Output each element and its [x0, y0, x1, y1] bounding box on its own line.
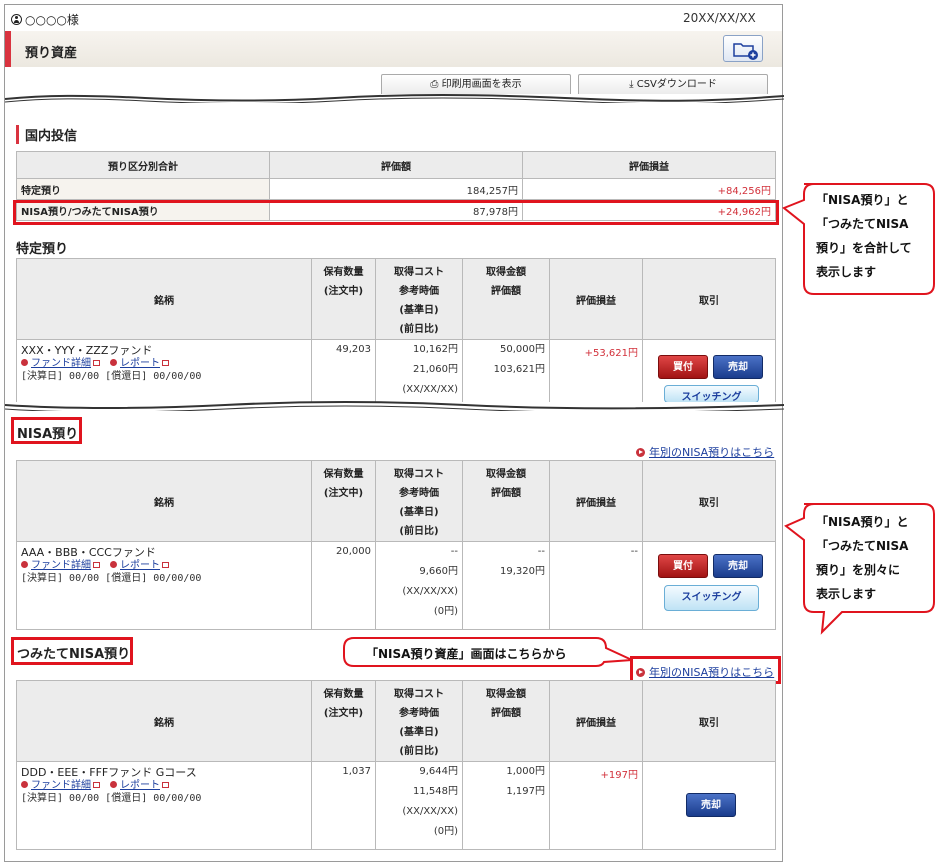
external-window-icon — [93, 360, 100, 366]
section-heading-tokutei: 特定預り — [16, 242, 69, 257]
table-row: DDD・EEE・FFFファンド Gコース ファンド詳細 レポート [決算日] 0… — [16, 761, 776, 850]
sell-button[interactable]: 売却 — [713, 554, 763, 578]
highlight-nisa-summary-row — [13, 200, 779, 225]
section-heading-domestic: 国内投信 — [16, 125, 77, 144]
highlight-nisa-heading — [11, 417, 82, 444]
external-window-icon — [93, 782, 100, 788]
page-title: 預り資産 — [25, 46, 78, 61]
link-bullet-icon — [110, 781, 117, 788]
table-row: 特定預り 184,257円 +84,256円 — [16, 178, 776, 200]
switching-button[interactable]: スイッチング — [664, 585, 759, 611]
external-window-icon — [162, 360, 169, 366]
arrow-circle-icon — [636, 448, 645, 457]
fund-detail-link[interactable]: ファンド詳細 — [31, 358, 91, 369]
holdings-table-tsumitate: 銘柄 保有数量 (注文中) 取得コスト 参考時価 (基準日) (前日比) 取得金額 評価額… — [16, 680, 776, 850]
external-window-icon — [162, 562, 169, 568]
summary-header: 評価損益 — [522, 151, 776, 179]
page-header: 預り資産 — [5, 31, 782, 67]
page-tear-divider — [5, 94, 784, 103]
printer-icon: ⎙ — [430, 79, 442, 90]
buy-button[interactable]: 買付 — [658, 355, 708, 379]
current-date: 20XX/XX/XX — [683, 11, 756, 25]
csv-download-button[interactable]: ⤓ CSVダウンロード — [578, 74, 768, 94]
folder-add-button[interactable] — [723, 35, 763, 62]
sell-button[interactable]: 売却 — [713, 355, 763, 379]
report-link[interactable]: レポート — [120, 780, 160, 791]
user-icon — [11, 14, 22, 25]
callout-text-separate: 「NISA預り」と 「つみたてNISA 預り」を別々に 表示します — [816, 515, 909, 601]
link-bullet-icon — [21, 561, 28, 568]
summary-header: 預り区分別合計 — [16, 151, 270, 179]
report-link[interactable]: レポート — [120, 358, 160, 369]
link-bullet-icon — [110, 561, 117, 568]
page-tear-divider — [5, 401, 784, 411]
print-view-button[interactable]: ⎙ 印刷用画面を表示 — [381, 74, 571, 94]
highlight-tsumitate-heading — [11, 637, 133, 665]
fund-detail-link[interactable]: ファンド詳細 — [31, 780, 91, 791]
folder-add-icon — [733, 43, 758, 60]
user-name: ○○○○様 — [11, 11, 79, 28]
download-icon: ⤓ — [629, 79, 637, 90]
callout-text-nisa-screen: 「NISA預り資産」画面はこちらから — [366, 647, 567, 661]
holdings-table-tokutei: 銘柄 保有数量 (注文中) 取得コスト 参考時価 (基準日) (前日比) 取得金額 評価額… — [16, 258, 776, 403]
link-bullet-icon — [21, 359, 28, 366]
external-window-icon — [93, 562, 100, 568]
holdings-table-nisa: 銘柄 保有数量 (注文中) 取得コスト 参考時価 (基準日) (前日比) 取得金額 評価額… — [16, 460, 776, 630]
yearly-nisa-link[interactable]: 年別のNISA預りはこちら — [636, 444, 774, 460]
fund-name: DDD・EEE・FFFファンド Gコース — [21, 766, 197, 779]
external-window-icon — [162, 782, 169, 788]
link-bullet-icon — [21, 781, 28, 788]
link-bullet-icon — [110, 359, 117, 366]
fund-name: XXX・YYY・ZZZファンド — [21, 344, 153, 357]
asset-page: ○○○○様 20XX/XX/XX 預り資産 ⎙ 印刷用画面を表示 ⤓ CSVダウ… — [4, 4, 784, 862]
summary-header: 評価額 — [269, 151, 523, 179]
callout-text-combined: 「NISA預り」と 「つみたてNISA 預り」を合計して 表示します — [816, 193, 912, 279]
sell-button[interactable]: 売却 — [686, 793, 736, 817]
fund-detail-link[interactable]: ファンド詳細 — [31, 560, 91, 571]
fund-name: AAA・BBB・CCCファンド — [21, 546, 156, 559]
report-link[interactable]: レポート — [120, 560, 160, 571]
buy-button[interactable]: 買付 — [658, 554, 708, 578]
